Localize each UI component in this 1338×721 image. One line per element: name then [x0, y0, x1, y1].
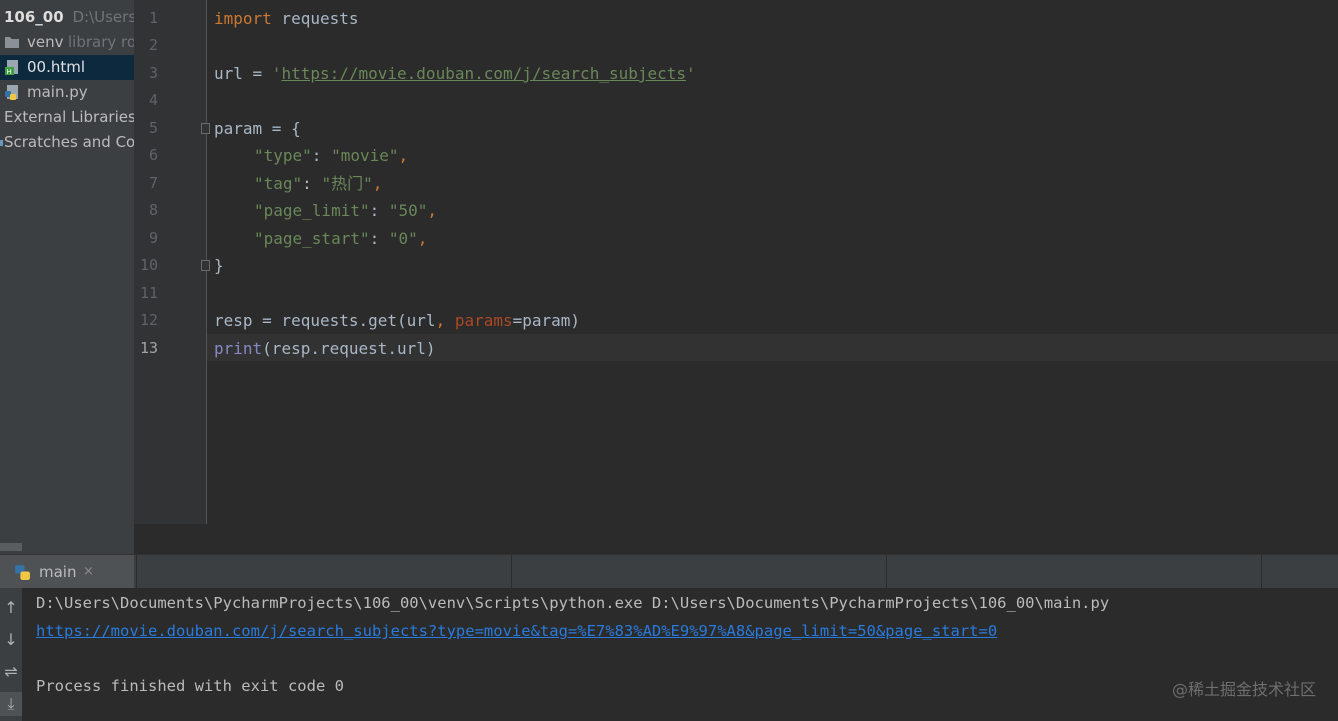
- comma: ,: [398, 146, 409, 165]
- tree-item-suffix: library ro: [68, 33, 134, 51]
- line-number: 6: [148, 146, 158, 164]
- run-tab-main[interactable]: main ×: [0, 555, 134, 589]
- dict-key: "type": [254, 146, 312, 165]
- line-number: 1: [148, 9, 158, 27]
- dict-value: "50": [388, 201, 428, 220]
- code-text: }: [214, 256, 224, 275]
- console-command: D:\Users\Documents\PycharmProjects\106_0…: [36, 594, 1110, 612]
- string-quote: ': [271, 64, 282, 83]
- project-root[interactable]: 106_00 D:\Users\D: [4, 5, 134, 30]
- line-number: 10: [139, 256, 158, 274]
- editor-bottom-area: [134, 524, 1338, 554]
- code-line-1: import requests: [214, 5, 359, 32]
- code-text: (resp.request.url): [262, 339, 436, 358]
- code-line-5: param = {: [214, 115, 301, 142]
- line-number: 8: [148, 201, 158, 219]
- line-number: 9: [148, 229, 158, 247]
- close-icon[interactable]: ×: [83, 555, 94, 589]
- keyword: import: [214, 9, 272, 28]
- code-text: param = {: [214, 119, 301, 138]
- watermark: @稀土掘金技术社区: [1171, 680, 1316, 699]
- scroll-to-end-icon[interactable]: ⤓: [0, 692, 22, 716]
- code-line-3: url = 'https://movie.douban.com/j/search…: [214, 60, 696, 87]
- code-line-13: print(resp.request.url): [214, 335, 436, 362]
- arrow-down-icon[interactable]: ↓: [0, 628, 22, 652]
- fold-marker-close[interactable]: [201, 260, 210, 271]
- project-path: D:\Users\D: [72, 8, 134, 26]
- dict-key: "page_start": [254, 229, 370, 248]
- scratches-icon: [0, 140, 3, 146]
- tree-item-00-html[interactable]: H 00.html: [0, 55, 134, 80]
- code-line-8: "page_limit": "50",: [254, 197, 437, 224]
- header-divider: [511, 555, 512, 589]
- project-sidebar: 106_00 D:\Users\D venv library ro H 00.h…: [0, 0, 134, 554]
- code-line-9: "page_start": "0",: [254, 225, 427, 252]
- line-number: 4: [148, 91, 158, 109]
- line-number: 2: [148, 36, 158, 54]
- line-number: 11: [139, 284, 158, 302]
- dict-key: "tag": [254, 174, 303, 193]
- console-exit-message: Process finished with exit code 0: [36, 677, 344, 695]
- code-text: resp = requests.get(url: [214, 311, 436, 330]
- code-line-7: "tag": "热门",: [254, 170, 382, 197]
- dict-value: "movie": [331, 146, 399, 165]
- comma: ,: [417, 229, 428, 248]
- line-number: 12: [139, 311, 158, 329]
- dict-value: "0": [388, 229, 418, 248]
- run-panel-header: main ×: [0, 554, 1338, 589]
- tree-item-label: External Libraries: [4, 108, 134, 126]
- tree-item-label: venv: [27, 33, 64, 51]
- python-file-icon: [5, 85, 18, 100]
- tree-item-label: 00.html: [27, 58, 86, 76]
- code-text: url =: [214, 64, 272, 83]
- line-number: 3: [148, 64, 158, 82]
- code-text: :: [302, 174, 322, 193]
- soft-wrap-icon[interactable]: ⇌: [0, 660, 22, 684]
- arrow-up-icon[interactable]: ↑: [0, 596, 22, 620]
- comma: ,: [372, 174, 383, 193]
- code-line-12: resp = requests.get(url, params=param): [214, 307, 580, 334]
- code-text: :: [369, 201, 389, 220]
- tree-item-label: main.py: [27, 83, 88, 101]
- dict-key: "page_limit": [254, 201, 370, 220]
- run-tab-label: main: [39, 563, 77, 581]
- line-number-gutter: 1 2 3 4 5 6 7 8 9 10 11 12 13: [134, 0, 207, 524]
- line-number-active: 13: [139, 339, 158, 357]
- code-text: :: [311, 146, 332, 165]
- code-line-6: "type": "movie",: [254, 142, 408, 169]
- sidebar-scrollbar[interactable]: [0, 543, 22, 551]
- code-text: =param): [512, 311, 581, 330]
- string-url[interactable]: https://movie.douban.com/j/search_subjec…: [281, 64, 686, 83]
- project-name: 106_00: [4, 8, 64, 26]
- svg-text:H: H: [7, 68, 12, 75]
- builtin-function: print: [214, 339, 263, 358]
- header-divider: [886, 555, 887, 589]
- comma: ,: [427, 201, 438, 220]
- python-icon: [15, 565, 30, 580]
- header-divider: [136, 555, 137, 589]
- dict-value: "热门": [321, 174, 373, 193]
- code-text: requests: [271, 9, 359, 28]
- keyword-argument: params: [454, 311, 513, 330]
- code-editor[interactable]: 1 2 3 4 5 6 7 8 9 10 11 12 13 import req…: [134, 0, 1338, 524]
- run-console[interactable]: D:\Users\Documents\PycharmProjects\106_0…: [22, 588, 1338, 721]
- code-line-10: }: [214, 252, 224, 279]
- line-number: 7: [148, 174, 158, 192]
- string-quote: ': [686, 64, 696, 83]
- console-output-link[interactable]: https://movie.douban.com/j/search_subjec…: [36, 617, 997, 645]
- code-text: :: [369, 229, 389, 248]
- run-toolbar: ↑ ↓ ⇌ ⤓: [0, 588, 22, 721]
- fold-marker-open[interactable]: [201, 123, 210, 134]
- line-number: 5: [148, 119, 158, 137]
- folder-icon: [5, 37, 19, 48]
- comma: ,: [435, 311, 455, 330]
- html-file-icon: H: [5, 60, 18, 75]
- tree-item-label: Scratches and Cor: [4, 133, 134, 151]
- header-divider: [1261, 555, 1262, 589]
